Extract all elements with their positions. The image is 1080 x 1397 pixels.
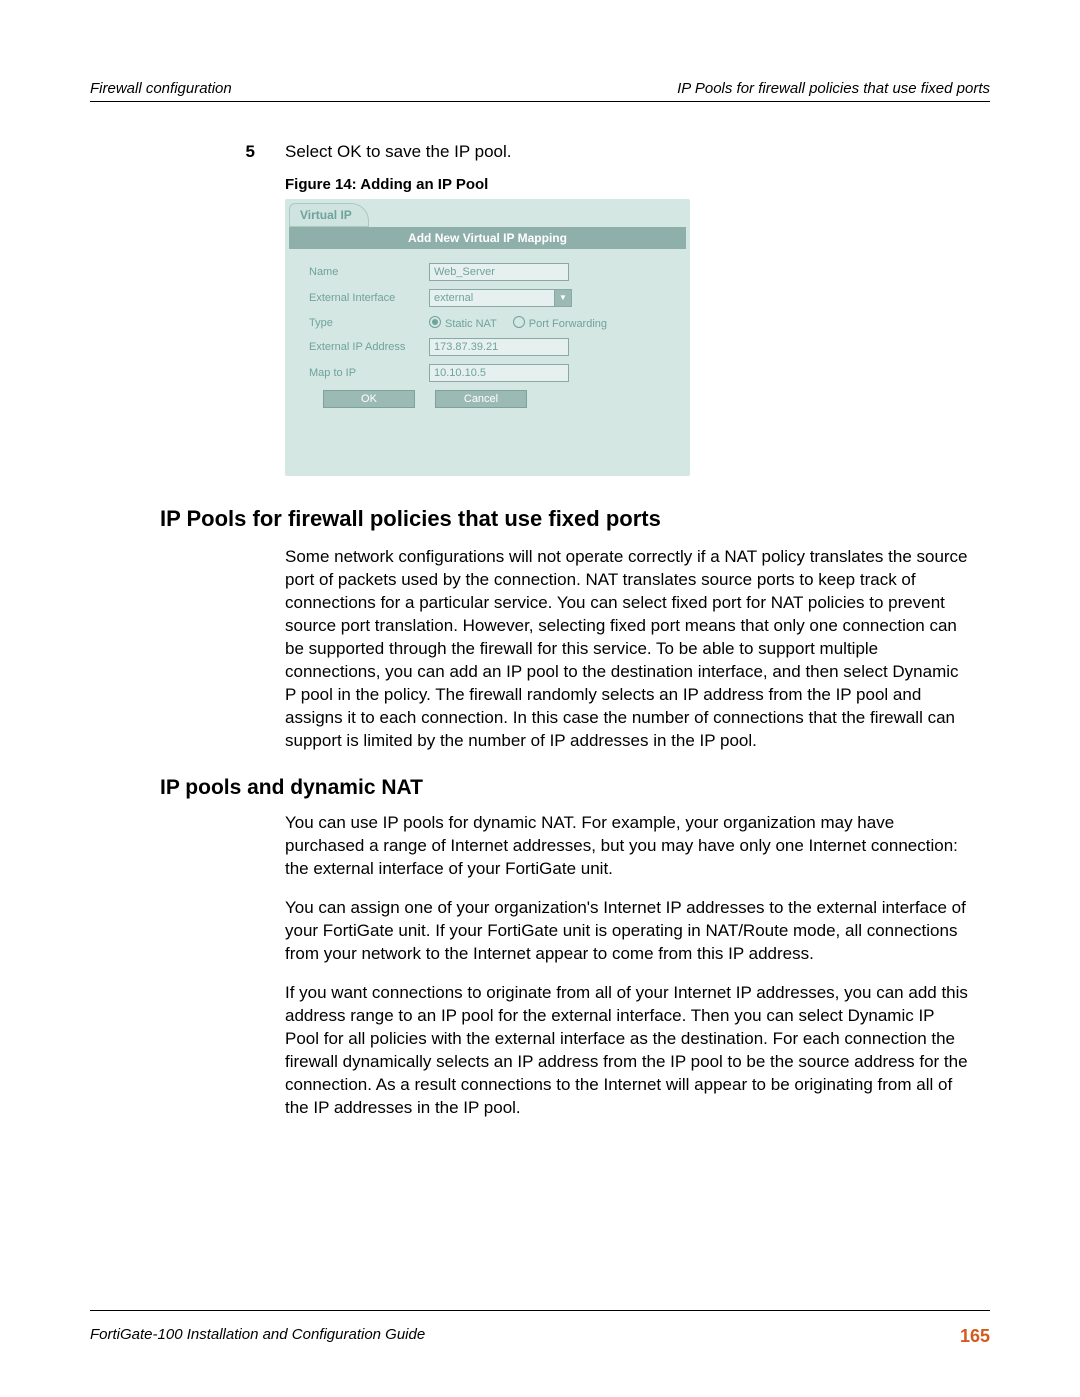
header-left: Firewall configuration [90,80,232,97]
step-text: Select OK to save the IP pool. [285,142,512,162]
figure-caption: Figure 14: Adding an IP Pool [285,176,990,193]
label-external-interface: External Interface [309,292,429,304]
label-name: Name [309,266,429,278]
footer-left: FortiGate-100 Installation and Configura… [90,1326,425,1347]
header-rule [90,101,990,102]
para-dyn-2: You can assign one of your organization'… [285,897,970,966]
ok-button[interactable]: OK [323,390,415,408]
para-dyn-3: If you want connections to originate fro… [285,982,970,1120]
header-right: IP Pools for firewall policies that use … [677,80,990,97]
external-interface-value: external [434,292,473,304]
chevron-down-icon[interactable]: ▼ [554,289,572,307]
radio-static-nat-label: Static NAT [445,318,497,330]
para-fixed-ports: Some network configurations will not ope… [285,546,970,752]
map-to-ip-field[interactable]: 10.10.10.5 [429,364,569,382]
step-number: 5 [240,142,255,162]
label-map-to-ip: Map to IP [309,367,429,379]
figure-screenshot: Virtual IP Add New Virtual IP Mapping Na… [285,199,690,476]
dialog-form: Name Web_Server External Interface exter… [285,249,690,416]
heading-fixed-ports: IP Pools for firewall policies that use … [160,506,990,532]
name-field[interactable]: Web_Server [429,263,569,281]
page-header: Firewall configuration IP Pools for fire… [90,80,990,97]
step-5: 5 Select OK to save the IP pool. [240,142,990,162]
radio-port-forwarding[interactable] [513,316,525,328]
para-dyn-1: You can use IP pools for dynamic NAT. Fo… [285,812,970,881]
radio-port-forwarding-label: Port Forwarding [529,318,607,330]
footer-rule [90,1310,990,1311]
radio-static-nat[interactable] [429,316,441,328]
tab-virtual-ip[interactable]: Virtual IP [289,203,369,227]
cancel-button[interactable]: Cancel [435,390,527,408]
page-footer: FortiGate-100 Installation and Configura… [90,1326,990,1347]
external-interface-select[interactable]: external ▼ [429,289,555,307]
dialog-title: Add New Virtual IP Mapping [289,227,686,249]
label-type: Type [309,317,429,329]
external-ip-field[interactable]: 173.87.39.21 [429,338,569,356]
page-number: 165 [960,1326,990,1347]
label-external-ip: External IP Address [309,341,429,353]
heading-dynamic-nat: IP pools and dynamic NAT [160,776,990,800]
